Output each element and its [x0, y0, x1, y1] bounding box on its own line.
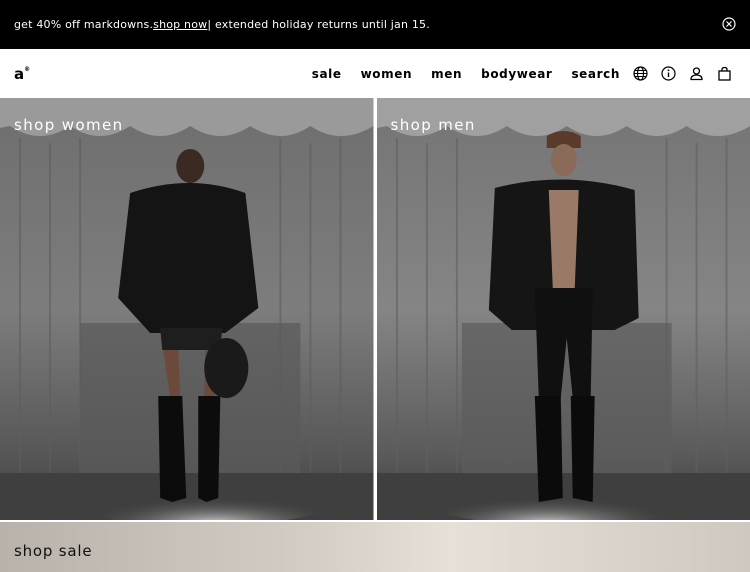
bag-icon[interactable]: [716, 66, 732, 82]
shop-men-panel[interactable]: shop men: [377, 98, 750, 520]
account-icon[interactable]: [688, 66, 704, 82]
shop-men-label: shop men: [391, 116, 476, 134]
nav-men[interactable]: men: [431, 67, 462, 81]
site-logo[interactable]: a®: [14, 65, 30, 83]
shop-sale-banner[interactable]: shop sale: [0, 522, 750, 572]
men-campaign-image: [377, 98, 750, 520]
shop-women-label: shop women: [14, 116, 124, 134]
nav-search[interactable]: search: [571, 67, 620, 81]
hero-section: shop women: [0, 98, 750, 520]
promo-banner: get 40% off markdowns. shop now | extend…: [0, 0, 750, 49]
nav-sale[interactable]: sale: [312, 67, 342, 81]
main-nav: sale women men bodywear search: [293, 66, 732, 82]
logo-text: a: [14, 65, 24, 83]
nav-bodywear[interactable]: bodywear: [481, 67, 552, 81]
logo-registered-mark: ®: [24, 66, 30, 73]
site-header: a® sale women men bodywear search: [0, 49, 750, 98]
globe-icon[interactable]: [632, 66, 648, 82]
promo-shop-now-link[interactable]: shop now: [153, 18, 207, 31]
promo-returns-text: | extended holiday returns until jan 15.: [207, 18, 430, 31]
shop-women-panel[interactable]: shop women: [0, 98, 374, 520]
women-campaign-image: [0, 98, 374, 520]
nav-women[interactable]: women: [361, 67, 413, 81]
promo-text: get 40% off markdowns.: [14, 18, 153, 31]
info-icon[interactable]: [660, 66, 676, 82]
shop-sale-label: shop sale: [14, 542, 92, 560]
close-icon[interactable]: [722, 17, 736, 31]
